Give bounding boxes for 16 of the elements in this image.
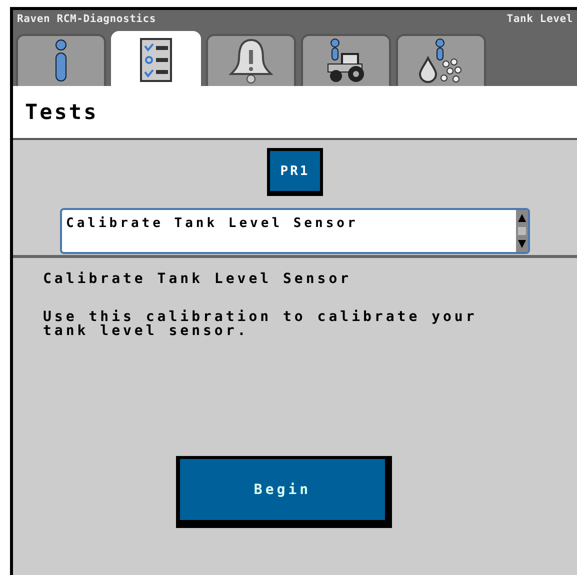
page-title: Tests <box>25 100 98 124</box>
tab[interactable] <box>206 34 296 86</box>
tab[interactable] <box>396 34 486 86</box>
begin-button[interactable]: Begin <box>176 456 392 528</box>
product-button[interactable]: PR1 <box>267 148 323 196</box>
tractor-icon <box>326 38 366 84</box>
tab[interactable] <box>301 34 391 86</box>
description-text: Use this calibration to calibrate your tank level sensor. <box>43 310 478 338</box>
context-title: Tank Level <box>506 13 573 27</box>
spinner-icon <box>516 210 528 252</box>
app-title: Raven RCM-Diagnostics <box>17 13 156 27</box>
checklist-icon <box>140 38 172 82</box>
bell-icon <box>229 38 273 84</box>
test-select[interactable]: Calibrate Tank Level Sensor <box>60 208 530 254</box>
droplet-icon <box>418 38 464 84</box>
description-heading: Calibrate Tank Level Sensor <box>43 272 353 286</box>
